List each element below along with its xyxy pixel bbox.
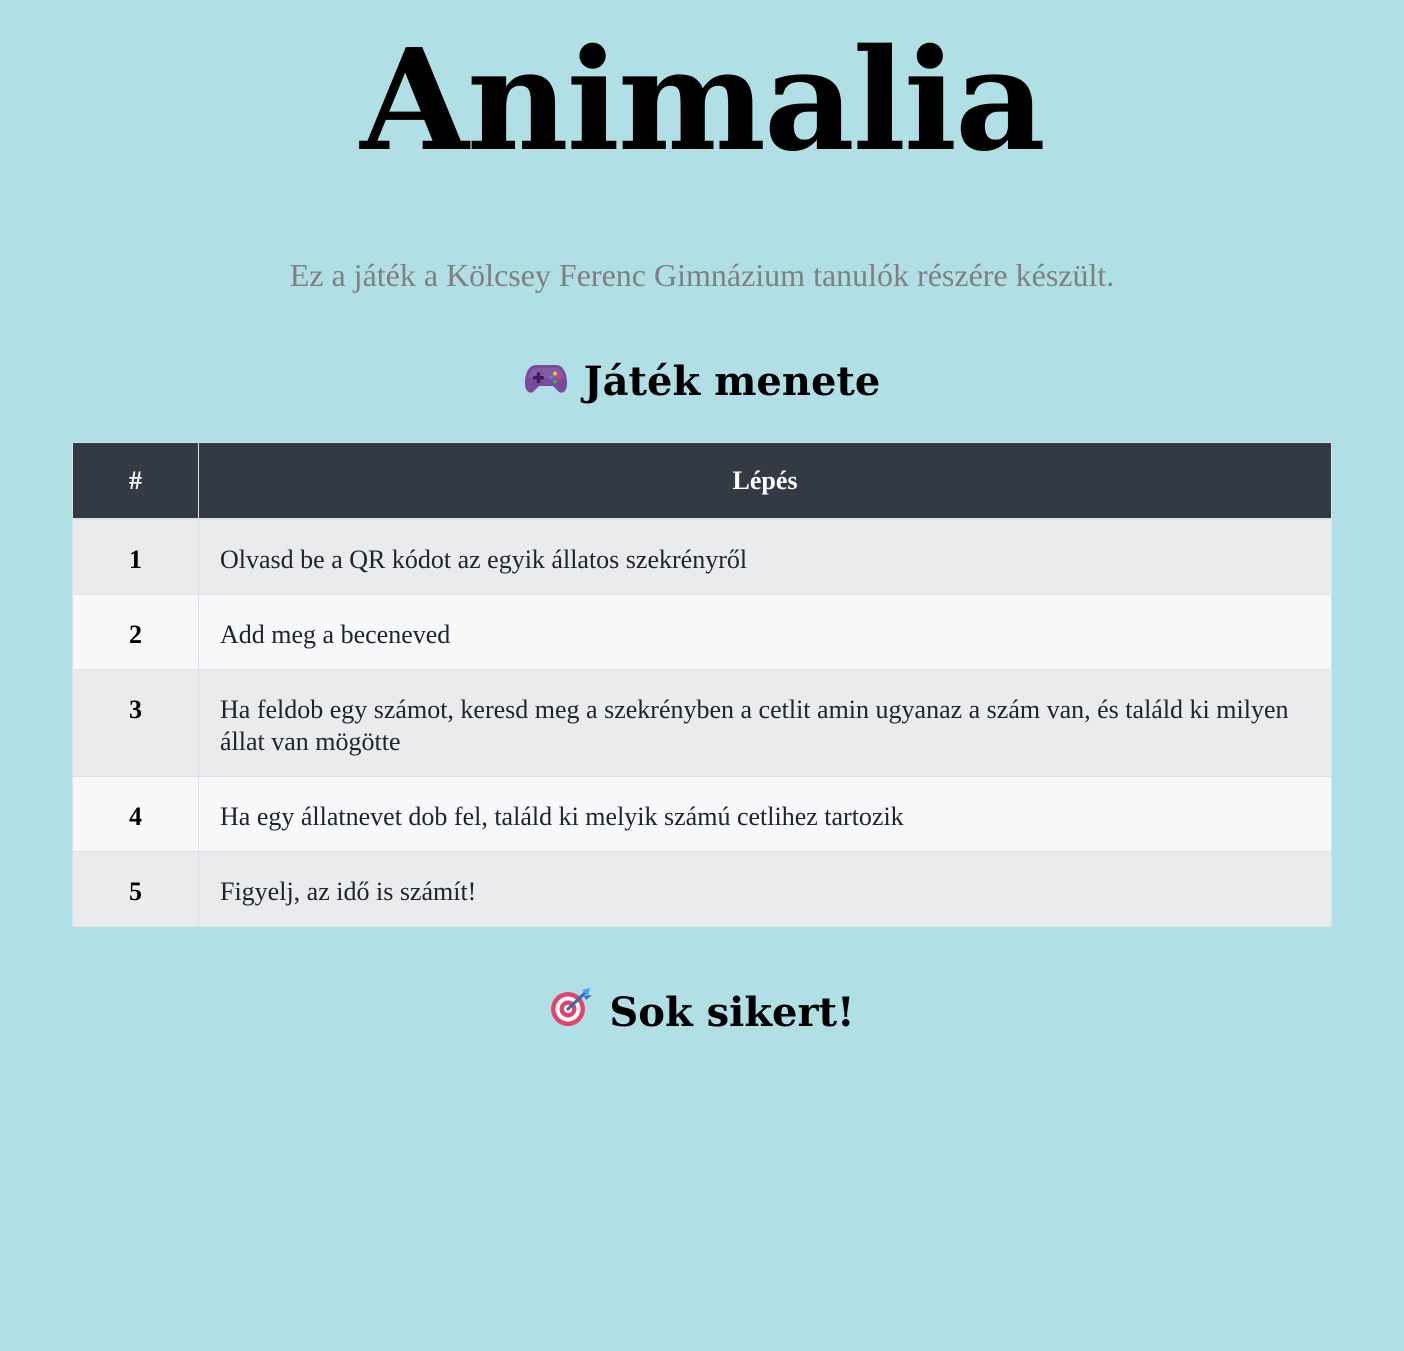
- table-header-row: # Lépés: [72, 442, 1332, 520]
- step-text: Add meg a beceneved: [198, 594, 1332, 670]
- step-text: Figyelj, az idő is számít!: [198, 851, 1332, 927]
- step-number: 3: [72, 669, 199, 777]
- steps-table: # Lépés 1 Olvasd be a QR kódot az egyik …: [72, 442, 1332, 927]
- table-row: 5 Figyelj, az idő is számít!: [72, 851, 1332, 927]
- step-text: Ha feldob egy számot, keresd meg a szekr…: [198, 669, 1332, 777]
- step-text: Ha egy állatnevet dob fel, találd ki mel…: [198, 776, 1332, 852]
- good-luck-text: Sok sikert!: [609, 989, 855, 1036]
- page: Animalia Ez a játék a Kölcsey Ferenc Gim…: [0, 0, 1404, 1351]
- step-text: Olvasd be a QR kódot az egyik állatos sz…: [198, 518, 1332, 595]
- table-row: 2 Add meg a beceneved: [72, 594, 1332, 670]
- table-row: 3 Ha feldob egy számot, keresd meg a sze…: [72, 669, 1332, 777]
- step-number: 4: [72, 776, 199, 852]
- page-title: Animalia: [360, 19, 1046, 183]
- table-row: 1 Olvasd be a QR kódot az egyik állatos …: [72, 518, 1332, 595]
- table-row: 4 Ha egy állatnevet dob fel, találd ki m…: [72, 776, 1332, 852]
- step-number: 2: [72, 594, 199, 670]
- game-controller-icon: [524, 357, 568, 407]
- good-luck-heading: Sok sikert!: [0, 988, 1404, 1042]
- column-header-number: #: [72, 442, 199, 520]
- bullseye-dart-icon: [549, 987, 593, 1039]
- column-header-step: Lépés: [198, 442, 1332, 520]
- step-number: 5: [72, 851, 199, 927]
- rules-heading: Játék menete: [0, 357, 1404, 410]
- page-subtitle: Ez a játék a Kölcsey Ferenc Gimnázium ta…: [289, 257, 1115, 293]
- step-number: 1: [72, 518, 199, 595]
- rules-heading-text: Játék menete: [583, 358, 881, 405]
